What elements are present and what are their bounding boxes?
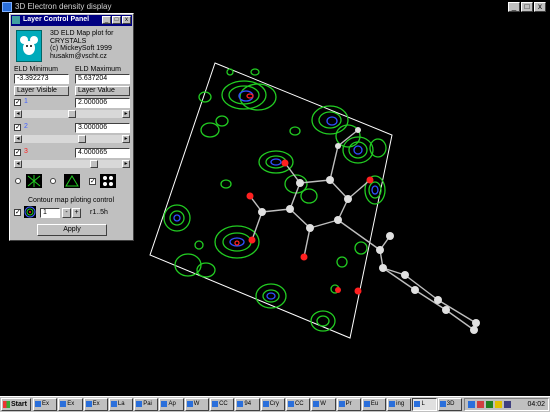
task-button[interactable]: Pr [336, 398, 361, 411]
taskbar: Start Ex Ex Ex La Pai Ap W CC 94 Cry CC … [0, 396, 550, 412]
spin-down-button[interactable]: - [62, 208, 71, 218]
eld-min-label: ELD Minimum [14, 66, 58, 73]
mickeysoft-logo [16, 30, 42, 62]
mesh-mode-icon[interactable] [26, 174, 42, 188]
about-text: 3D ELD Map plot for CRYSTALS (c) MickeyS… [50, 30, 114, 60]
eld-min-field[interactable]: -3.392273 [14, 74, 69, 84]
layer-1-slider[interactable]: ◂ ▸ [14, 110, 130, 118]
layer-2-value-field[interactable]: 3.000006 [75, 123, 130, 133]
antivirus-icon[interactable] [477, 401, 484, 408]
atoms-mode-icon[interactable] [100, 174, 116, 188]
task-button[interactable]: CC [285, 398, 311, 411]
layer-2-number: 2 [24, 123, 28, 130]
contour-ratio-label: r1..5h [90, 209, 108, 216]
slider-thumb[interactable] [90, 160, 98, 168]
contour-checkbox[interactable]: ✓ [14, 209, 21, 216]
slider-thumb[interactable] [68, 110, 76, 118]
layer-visible-header[interactable]: Layer Visible [14, 86, 69, 96]
layer-3-value-field[interactable]: 4.000065 [75, 148, 130, 158]
mode-radio-1[interactable] [15, 178, 21, 184]
layer-control-panel: Layer Control Panel _ □ x 3D ELD Map plo… [9, 13, 134, 241]
layer-1-number: 1 [24, 98, 28, 105]
eld-max-label: ELD Maximum [75, 66, 121, 73]
scroll-right-icon[interactable]: ▸ [122, 135, 130, 143]
clock[interactable]: 04:02 [527, 401, 545, 408]
maximize-button[interactable]: □ [521, 2, 533, 12]
unit-cell-box [149, 62, 393, 339]
task-button[interactable]: La [108, 398, 134, 411]
triangle-mode-icon[interactable] [64, 174, 80, 188]
contour-control-label: Contour map ploting control [28, 197, 114, 204]
task-button[interactable]: Eu [361, 398, 387, 411]
scroll-right-icon[interactable]: ▸ [122, 160, 130, 168]
layer-3-slider[interactable]: ◂ ▸ [14, 160, 130, 168]
task-button[interactable]: Pai [134, 398, 159, 411]
spin-up-button[interactable]: + [72, 208, 81, 218]
molecule-atoms [246, 127, 480, 334]
task-button[interactable]: 94 [235, 398, 260, 411]
density-contours [163, 68, 387, 332]
layer-value-header[interactable]: Layer Value [75, 86, 130, 96]
panel-maximize-button[interactable]: □ [112, 16, 121, 24]
app-icon [2, 2, 12, 12]
panel-app-icon [12, 16, 20, 24]
network-icon[interactable] [468, 401, 475, 408]
start-button[interactable]: Start [1, 398, 31, 411]
volume-icon[interactable] [495, 401, 502, 408]
task-button[interactable]: ing [387, 398, 412, 411]
panel-minimize-button[interactable]: _ [102, 16, 111, 24]
task-button[interactable]: Ex [33, 398, 58, 411]
slider-thumb[interactable] [78, 135, 86, 143]
tray-app-icon[interactable] [486, 401, 493, 408]
task-list: Ex Ex Ex La Pai Ap W CC 94 Cry CC W Pr E… [33, 398, 463, 411]
task-button[interactable]: W [311, 398, 336, 411]
scroll-left-icon[interactable]: ◂ [14, 160, 22, 168]
task-button[interactable]: Ap [159, 398, 184, 411]
layer-1-value-field[interactable]: 2.000006 [75, 98, 130, 108]
task-button[interactable]: Ex [83, 398, 108, 411]
scroll-left-icon[interactable]: ◂ [14, 135, 22, 143]
window-title: 3D Electron density display [15, 2, 112, 11]
task-button[interactable]: Cry [260, 398, 285, 411]
panel-title-bar[interactable]: Layer Control Panel _ □ x [11, 15, 132, 26]
main-title-bar: 3D Electron density display _ □ x [0, 0, 550, 14]
task-button[interactable]: Ex [58, 398, 83, 411]
layer-1-visible-checkbox[interactable]: ✓ [14, 99, 21, 106]
apply-button[interactable]: Apply [37, 224, 107, 236]
task-button-active[interactable]: L [412, 398, 437, 411]
scroll-left-icon[interactable]: ◂ [14, 110, 22, 118]
eld-max-field[interactable]: 5.637204 [75, 74, 130, 84]
contour-icon [24, 206, 36, 218]
windows-logo-icon [3, 401, 10, 408]
scroll-right-icon[interactable]: ▸ [122, 110, 130, 118]
task-button[interactable]: W [184, 398, 210, 411]
keyboard-icon[interactable] [504, 401, 511, 408]
panel-close-button[interactable]: x [122, 16, 131, 24]
panel-title: Layer Control Panel [23, 16, 90, 23]
close-button[interactable]: x [534, 2, 546, 12]
layer-2-slider[interactable]: ◂ ▸ [14, 135, 130, 143]
task-button[interactable]: 3D [437, 398, 463, 411]
layer-3-number: 3 [24, 148, 28, 155]
mode-radio-2[interactable] [50, 178, 56, 184]
layer-3-visible-checkbox[interactable]: ✓ [14, 149, 21, 156]
system-tray: 04:02 [464, 398, 549, 411]
task-button[interactable]: CC [210, 398, 235, 411]
contour-spin-field[interactable]: 1 [40, 208, 60, 218]
atoms-checkbox[interactable]: ✓ [89, 178, 96, 185]
layer-2-visible-checkbox[interactable]: ✓ [14, 124, 21, 131]
minimize-button[interactable]: _ [508, 2, 520, 12]
